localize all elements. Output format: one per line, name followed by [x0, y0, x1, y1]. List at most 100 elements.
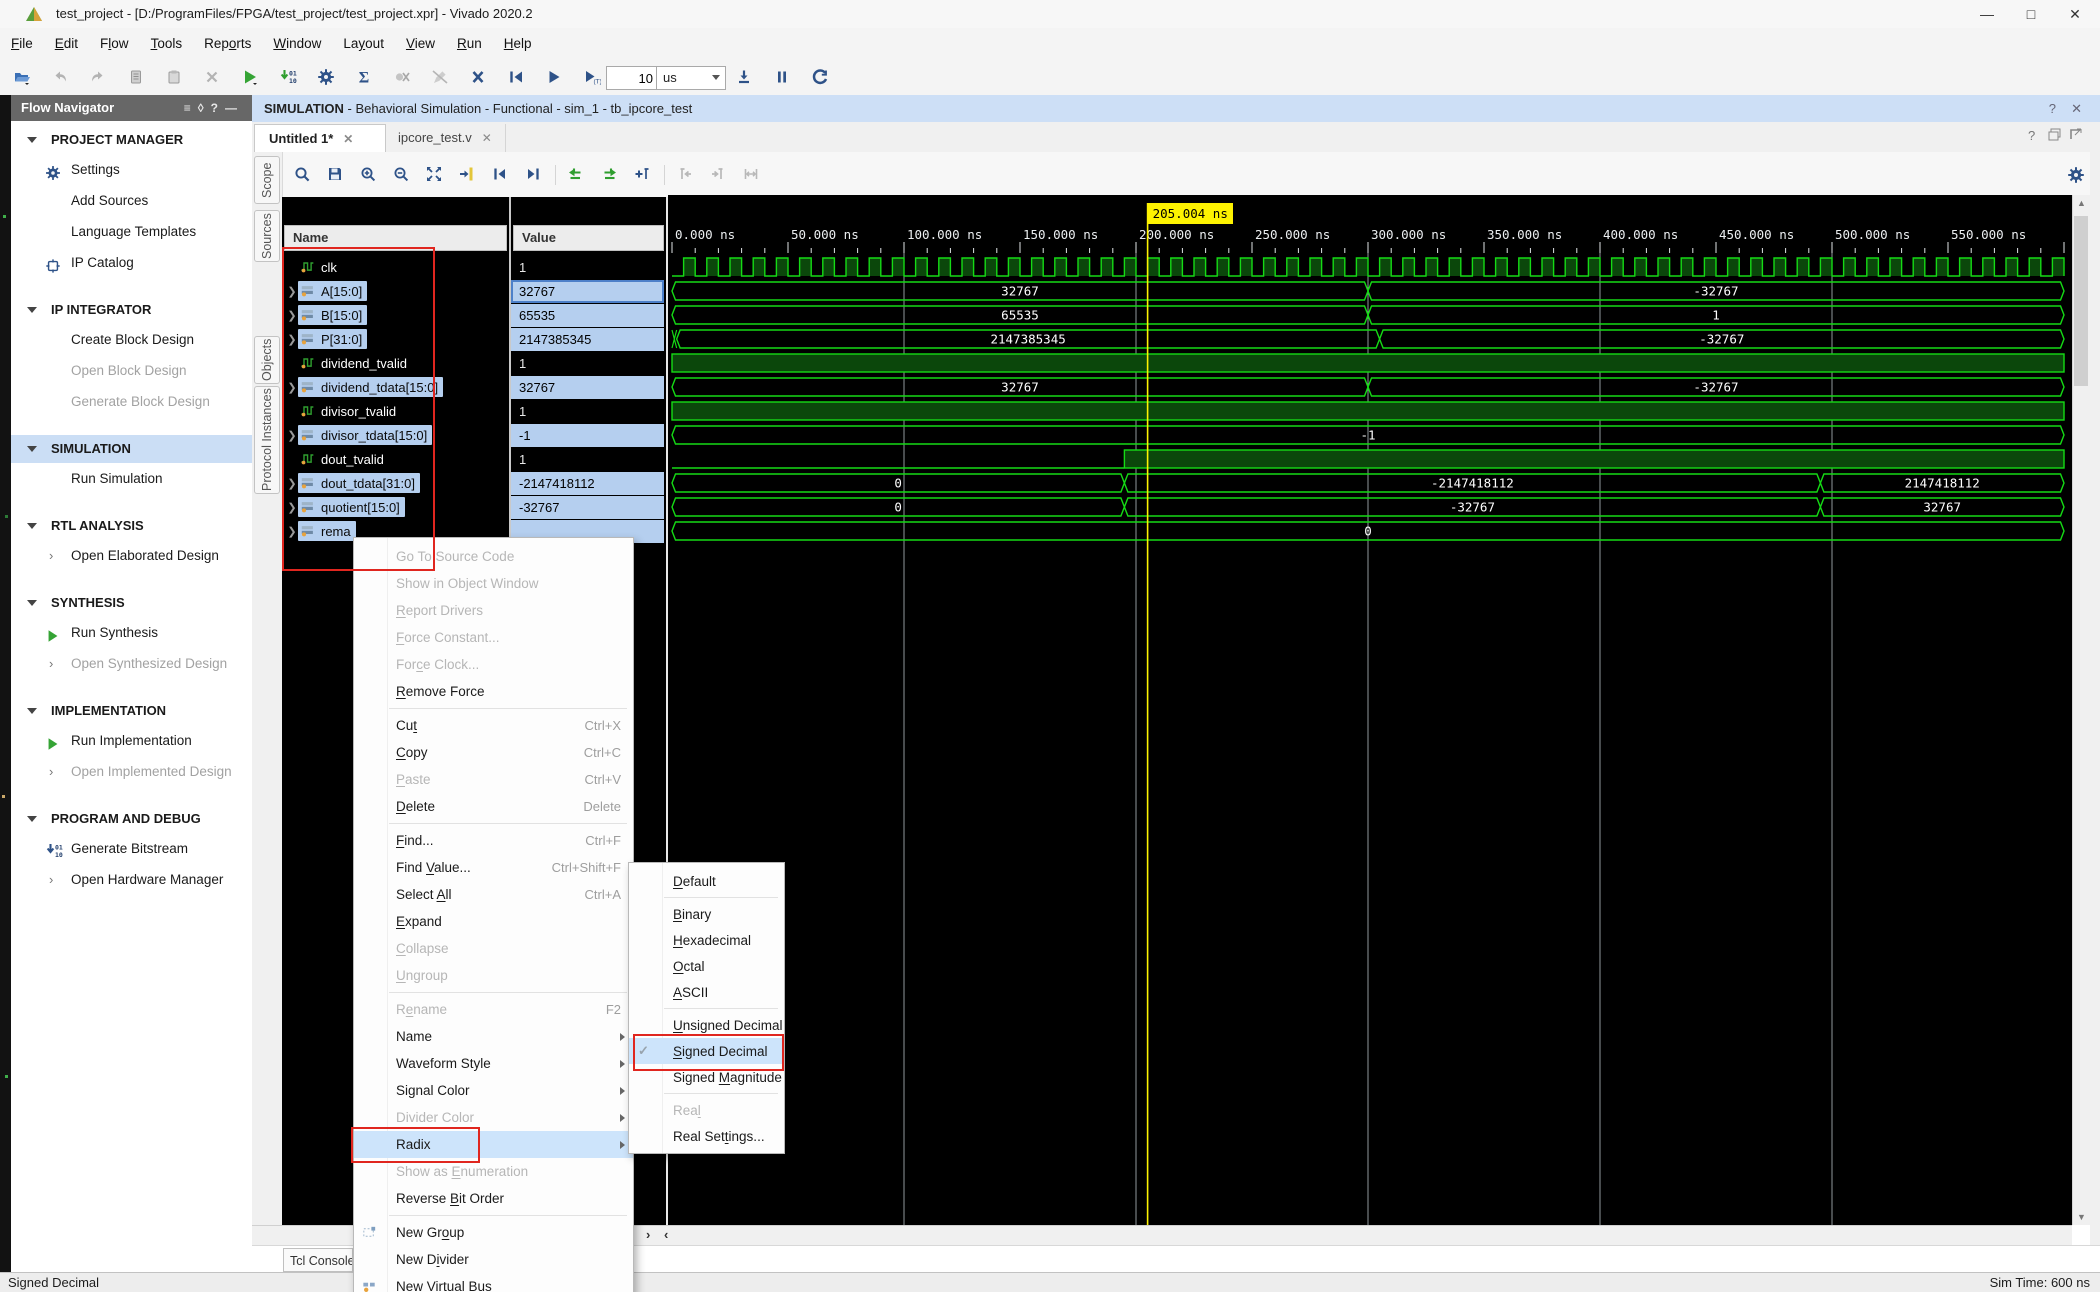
previous-marker-button[interactable]: [671, 161, 699, 189]
signal-row-dividend-tvalid[interactable]: dividend_tvalid: [286, 351, 412, 375]
pan-right-icon[interactable]: ›: [646, 1227, 650, 1242]
tab-tcl-console[interactable]: Tcl Console: [283, 1248, 353, 1272]
pause-button[interactable]: [766, 64, 798, 92]
side-tab-objects[interactable]: Objects: [254, 336, 280, 384]
signal-row-p-31-0[interactable]: ❯ P[31:0]: [286, 327, 367, 351]
flow-item-open-elaborated-design[interactable]: ›Open Elaborated Design: [11, 540, 252, 571]
flow-item-run-synthesis[interactable]: Run Synthesis: [11, 617, 252, 648]
radix-option-ascii[interactable]: ASCII: [629, 979, 784, 1005]
radix-option-signed-magnitude[interactable]: Signed Magnitude: [629, 1064, 784, 1090]
menu-edit[interactable]: Edit: [44, 28, 89, 62]
signal-row-rema[interactable]: ❯ rema: [286, 519, 356, 543]
radix-option-octal[interactable]: Octal: [629, 953, 784, 979]
menu-item-radix[interactable]: Radix: [354, 1131, 633, 1158]
signal-row-a-15-0[interactable]: ❯ A[15:0]: [286, 279, 367, 303]
flow-item-open-synthesized-design[interactable]: ›Open Synthesized Design: [11, 648, 252, 679]
expand-chevron-icon[interactable]: ❯: [286, 477, 298, 490]
expand-chevron-icon[interactable]: ❯: [286, 501, 298, 514]
radix-option-real[interactable]: Real: [629, 1097, 784, 1123]
menu-item-name[interactable]: Name: [354, 1023, 633, 1050]
waveform-canvas[interactable]: 0.000 ns50.000 ns100.000 ns150.000 ns200…: [668, 195, 2072, 1225]
help-icon[interactable]: ?: [2028, 128, 2035, 143]
menu-item-ungroup[interactable]: Ungroup: [354, 962, 633, 989]
menu-item-new-group[interactable]: New Group: [354, 1219, 633, 1246]
value-column-header[interactable]: Value: [513, 225, 664, 251]
expand-chevron-icon[interactable]: ❯: [286, 525, 298, 538]
menu-item-cut[interactable]: CutCtrl+X: [354, 712, 633, 739]
signal-value-b-15-0[interactable]: 65535: [511, 304, 664, 327]
flow-item-open-hardware-manager[interactable]: ›Open Hardware Manager: [11, 864, 252, 895]
redo-button[interactable]: [82, 64, 114, 92]
menu-item-remove-force[interactable]: Remove Force: [354, 678, 633, 705]
menu-reports[interactable]: Reports: [193, 28, 262, 62]
expand-chevron-icon[interactable]: ❯: [286, 429, 298, 442]
menu-run[interactable]: Run: [446, 28, 493, 62]
waveform-settings-gear-icon[interactable]: [2062, 161, 2090, 189]
menu-item-show-as-enumeration[interactable]: Show as Enumeration: [354, 1158, 633, 1185]
signal-row-b-15-0[interactable]: ❯ B[15:0]: [286, 303, 367, 327]
menu-item-new-virtual-bus[interactable]: New Virtual Bus: [354, 1273, 633, 1292]
menu-item-force-clock[interactable]: Force Clock...: [354, 651, 633, 678]
collapse-all-icon[interactable]: ≡: [184, 101, 198, 115]
float-window-icon[interactable]: [2048, 128, 2062, 144]
menu-item-select-all[interactable]: Select AllCtrl+A: [354, 881, 633, 908]
next-transition-button[interactable]: [519, 161, 547, 189]
expand-icon[interactable]: ◊: [198, 101, 211, 115]
menu-window[interactable]: Window: [262, 28, 332, 62]
menu-file[interactable]: File: [0, 28, 44, 62]
help-icon[interactable]: ?: [2049, 95, 2056, 122]
signal-value-p-31-0[interactable]: 2147385345: [511, 328, 664, 351]
menu-item-collapse[interactable]: Collapse: [354, 935, 633, 962]
flow-item-generate-block-design[interactable]: Generate Block Design: [11, 386, 252, 417]
menu-item-delete[interactable]: DeleteDelete: [354, 793, 633, 820]
menu-help[interactable]: Help: [493, 28, 543, 62]
flow-section-ip-integrator[interactable]: IP INTEGRATOR: [11, 296, 252, 324]
menu-item-find[interactable]: Find...Ctrl+F: [354, 827, 633, 854]
flow-item-run-implementation[interactable]: Run Implementation: [11, 725, 252, 756]
bold-x-button[interactable]: [462, 64, 494, 92]
flow-section-project-manager[interactable]: PROJECT MANAGER: [11, 126, 252, 154]
name-column-header[interactable]: Name: [284, 225, 507, 251]
side-tab-protocol-instances[interactable]: Protocol Instances: [254, 386, 280, 494]
help-icon[interactable]: ?: [211, 101, 225, 115]
menu-item-waveform-style[interactable]: Waveform Style: [354, 1050, 633, 1077]
goto-time-end-button[interactable]: [595, 161, 623, 189]
radix-option-unsigned-decimal[interactable]: Unsigned Decimal: [629, 1012, 784, 1038]
radix-option-default[interactable]: Default: [629, 868, 784, 894]
expand-chevron-icon[interactable]: ❯: [286, 309, 298, 322]
signal-value-a-15-0[interactable]: 32767: [511, 280, 664, 303]
tab-ipcore-test-v[interactable]: ipcore_test.v✕: [386, 124, 506, 152]
close-tab-icon[interactable]: ✕: [482, 131, 492, 145]
next-marker-button[interactable]: [704, 161, 732, 189]
signal-row-divisor-tdata-15-0[interactable]: ❯ divisor_tdata[15:0]: [286, 423, 432, 447]
expand-chevron-icon[interactable]: ❯: [286, 381, 298, 394]
flow-item-add-sources[interactable]: Add Sources: [11, 185, 252, 216]
menu-item-show-in-object-window[interactable]: Show in Object Window: [354, 570, 633, 597]
menu-item-expand[interactable]: Expand: [354, 908, 633, 935]
radix-option-hexadecimal[interactable]: Hexadecimal: [629, 927, 784, 953]
menu-item-go-to-source-code[interactable]: Go To Source Code: [354, 543, 633, 570]
signal-value-quotient-15-0[interactable]: -32767: [511, 496, 664, 519]
flow-section-implementation[interactable]: IMPLEMENTATION: [11, 697, 252, 725]
flow-item-generate-bitstream[interactable]: 0110Generate Bitstream: [11, 833, 252, 864]
tab-untitled-1[interactable]: Untitled 1*✕: [254, 124, 386, 152]
sigma-button[interactable]: Σ: [348, 64, 380, 92]
save-button[interactable]: [321, 161, 349, 189]
undo-button[interactable]: [44, 64, 76, 92]
run-all-button[interactable]: [538, 64, 570, 92]
signal-row-dout-tdata-31-0[interactable]: ❯ dout_tdata[31:0]: [286, 471, 420, 495]
signal-value-dividend-tvalid[interactable]: 1: [511, 352, 664, 375]
breakpoint-button[interactable]: [386, 64, 418, 92]
flow-item-open-implemented-design[interactable]: ›Open Implemented Design: [11, 756, 252, 787]
maximize-panel-icon[interactable]: [2069, 128, 2083, 144]
menu-item-report-drivers[interactable]: Report Drivers: [354, 597, 633, 624]
side-tab-scope[interactable]: Scope: [254, 156, 280, 204]
flow-section-rtl-analysis[interactable]: RTL ANALYSIS: [11, 512, 252, 540]
close-tab-icon[interactable]: ✕: [343, 132, 353, 146]
signal-value-dout-tvalid[interactable]: 1: [511, 448, 664, 471]
zoom-to-cursor-button[interactable]: [453, 161, 481, 189]
flow-section-simulation[interactable]: SIMULATION: [11, 435, 252, 463]
signal-row-clk[interactable]: clk: [286, 255, 342, 279]
menu-item-force-constant[interactable]: Force Constant...: [354, 624, 633, 651]
flow-item-create-block-design[interactable]: Create Block Design: [11, 324, 252, 355]
